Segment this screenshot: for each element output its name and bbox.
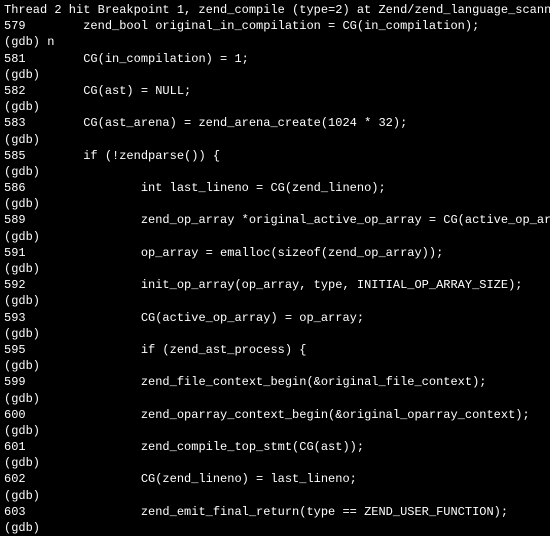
line-number: 579 [4,19,26,33]
line-code: CG(in_compilation) = 1; [26,52,249,66]
source-line: 579 zend_bool original_in_compilation = … [4,18,546,34]
line-number: 583 [4,116,26,130]
gdb-prompt[interactable]: (gdb) [4,132,546,148]
gdb-prompt[interactable]: (gdb) [4,229,546,245]
line-code: init_op_array(op_array, type, INITIAL_OP… [26,278,523,292]
line-code: CG(zend_lineno) = last_lineno; [26,472,357,486]
line-code: zend_emit_final_return(type == ZEND_USER… [26,505,508,519]
gdb-prompt[interactable]: (gdb) [4,99,546,115]
line-number: 593 [4,311,26,325]
line-number: 603 [4,505,26,519]
source-line: 585 if (!zendparse()) { [4,148,546,164]
gdb-terminal[interactable]: Thread 2 hit Breakpoint 1, zend_compile … [0,0,550,536]
line-number: 586 [4,181,26,195]
line-code: zend_file_context_begin(&original_file_c… [26,375,487,389]
gdb-prompt[interactable]: (gdb) [4,261,546,277]
line-number: 602 [4,472,26,486]
line-code: CG(ast) = NULL; [26,84,192,98]
line-number: 591 [4,246,26,260]
breakpoint-hit-line: Thread 2 hit Breakpoint 1, zend_compile … [4,2,546,18]
line-number: 592 [4,278,26,292]
source-line: 583 CG(ast_arena) = zend_arena_create(10… [4,115,546,131]
gdb-prompt[interactable]: (gdb) [4,520,546,536]
source-line: 591 op_array = emalloc(sizeof(zend_op_ar… [4,245,546,261]
source-line: 593 CG(active_op_array) = op_array; [4,310,546,326]
source-line: 589 zend_op_array *original_active_op_ar… [4,212,546,228]
line-code: CG(ast_arena) = zend_arena_create(1024 *… [26,116,408,130]
line-number: 581 [4,52,26,66]
line-code: if (zend_ast_process) { [26,343,307,357]
line-code: zend_oparray_context_begin(&original_opa… [26,408,530,422]
gdb-prompt[interactable]: (gdb) [4,196,546,212]
gdb-prompt[interactable]: (gdb) [4,164,546,180]
gdb-prompt[interactable]: (gdb) [4,455,546,471]
source-line: 595 if (zend_ast_process) { [4,342,546,358]
line-code: op_array = emalloc(sizeof(zend_op_array)… [26,246,444,260]
gdb-prompt[interactable]: (gdb) [4,326,546,342]
gdb-prompt[interactable]: (gdb) [4,67,546,83]
gdb-prompt-step[interactable]: (gdb) n [4,34,546,50]
line-code: zend_compile_top_stmt(CG(ast)); [26,440,364,454]
line-number: 601 [4,440,26,454]
gdb-prompt[interactable]: (gdb) [4,293,546,309]
line-number: 582 [4,84,26,98]
line-code: CG(active_op_array) = op_array; [26,311,364,325]
source-line: 592 init_op_array(op_array, type, INITIA… [4,277,546,293]
line-number: 585 [4,149,26,163]
line-code: if (!zendparse()) { [26,149,220,163]
line-code: zend_bool original_in_compilation = CG(i… [26,19,480,33]
gdb-prompt[interactable]: (gdb) [4,391,546,407]
source-line: 602 CG(zend_lineno) = last_lineno; [4,471,546,487]
source-line: 603 zend_emit_final_return(type == ZEND_… [4,504,546,520]
line-number: 599 [4,375,26,389]
line-code: zend_op_array *original_active_op_array … [26,213,550,227]
source-line: 599 zend_file_context_begin(&original_fi… [4,374,546,390]
line-code: int last_lineno = CG(zend_lineno); [26,181,386,195]
gdb-prompt[interactable]: (gdb) [4,488,546,504]
source-line: 601 zend_compile_top_stmt(CG(ast)); [4,439,546,455]
source-line: 581 CG(in_compilation) = 1; [4,51,546,67]
gdb-prompt[interactable]: (gdb) [4,423,546,439]
line-number: 600 [4,408,26,422]
source-line: 582 CG(ast) = NULL; [4,83,546,99]
source-line: 600 zend_oparray_context_begin(&original… [4,407,546,423]
gdb-prompt[interactable]: (gdb) [4,358,546,374]
line-number: 595 [4,343,26,357]
source-line: 586 int last_lineno = CG(zend_lineno); [4,180,546,196]
line-number: 589 [4,213,26,227]
